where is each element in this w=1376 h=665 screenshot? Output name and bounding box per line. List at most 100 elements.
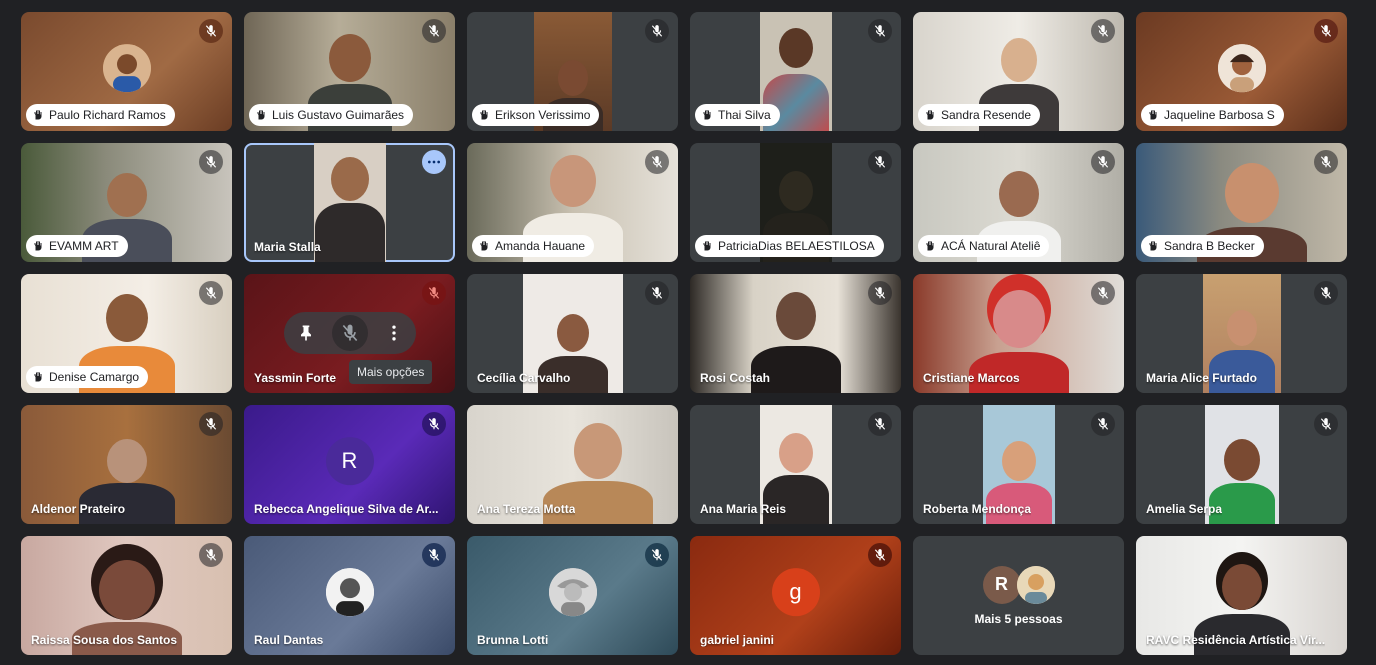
avatar — [548, 567, 597, 616]
more-options-button[interactable] — [376, 315, 412, 351]
mic-off-icon — [1091, 412, 1115, 436]
participant-tile[interactable]: Jaqueline Barbosa S — [1136, 12, 1347, 131]
more-options-icon[interactable] — [422, 150, 446, 174]
mute-participant-button[interactable] — [332, 315, 368, 351]
participant-tile[interactable]: Amelia Serpa — [1136, 405, 1347, 524]
participant-name: ACÁ Natural Ateliê — [918, 235, 1050, 257]
mic-off-icon — [868, 281, 892, 305]
mic-off-icon — [868, 412, 892, 436]
mic-off-icon — [645, 150, 669, 174]
participant-tile[interactable]: Sandra Resende — [913, 12, 1124, 131]
participant-name: Sandra B Becker — [1141, 235, 1264, 257]
hand-raised-icon — [480, 241, 488, 251]
participant-name: Ana Tereza Motta — [477, 502, 576, 516]
tile-hover-controls — [284, 312, 416, 354]
participant-tile[interactable]: Paulo Richard Ramos — [21, 12, 232, 131]
mic-off-icon — [422, 543, 446, 567]
mic-off-icon — [868, 543, 892, 567]
participant-name: Rosi Costah — [700, 371, 771, 385]
participant-tile-hovered[interactable]: Mais opções Yassmin Forte — [244, 274, 455, 393]
mic-off-icon — [1314, 19, 1338, 43]
participant-name: Jaqueline Barbosa S — [1141, 104, 1284, 126]
participant-tile[interactable]: Cristiane Marcos — [913, 274, 1124, 393]
avatar — [102, 43, 151, 92]
mic-off-icon — [199, 150, 223, 174]
mic-off-icon — [199, 543, 223, 567]
mic-off-icon — [868, 150, 892, 174]
participant-name: Rebecca Angelique Silva de Ar... — [254, 502, 439, 516]
participant-name: Luis Gustavo Guimarães — [249, 104, 414, 126]
participant-name: Denise Camargo — [26, 366, 149, 388]
video-feed — [313, 143, 386, 262]
participant-tile[interactable]: Brunna Lotti — [467, 536, 678, 655]
participant-name: Erikson Verissimo — [472, 104, 600, 126]
participant-name: gabriel janini — [700, 633, 775, 647]
participant-tile[interactable]: Cecília Carvalho — [467, 274, 678, 393]
more-people-tile[interactable]: R Mais 5 pessoas — [913, 536, 1124, 655]
participant-tile-selected[interactable]: Maria Stalla — [244, 143, 455, 262]
participant-tile[interactable]: EVAMM ART — [21, 143, 232, 262]
mic-off-icon — [868, 19, 892, 43]
participant-name: Brunna Lotti — [477, 633, 549, 647]
participant-tile[interactable]: RAVC Residência Artística Vir... — [1136, 536, 1347, 655]
participant-tile[interactable]: ACÁ Natural Ateliê — [913, 143, 1124, 262]
participant-name: Yassmin Forte — [254, 371, 337, 385]
participant-tile[interactable]: Rosi Costah — [690, 274, 901, 393]
mic-off-icon — [1314, 412, 1338, 436]
mic-off-icon — [645, 281, 669, 305]
participant-tile[interactable]: Aldenor Prateiro — [21, 405, 232, 524]
participant-name: Cristiane Marcos — [923, 371, 1020, 385]
participant-tile[interactable]: Roberta Mendonça — [913, 405, 1124, 524]
participant-name: PatriciaDias BELAESTILOSA — [695, 235, 884, 257]
hand-raised-icon — [1149, 241, 1157, 251]
hand-raised-icon — [257, 110, 265, 120]
tooltip: Mais opções — [349, 360, 433, 384]
participant-tile[interactable]: Amanda Hauane — [467, 143, 678, 262]
mic-off-icon — [1091, 19, 1115, 43]
participant-tile[interactable]: Ana Tereza Motta — [467, 405, 678, 524]
participant-tile[interactable]: PatriciaDias BELAESTILOSA — [690, 143, 901, 262]
participant-tile[interactable]: R Rebecca Angelique Silva de Ar... — [244, 405, 455, 524]
hand-raised-icon — [34, 110, 42, 120]
participant-name: Roberta Mendonça — [923, 502, 1032, 516]
participant-tile[interactable]: Luis Gustavo Guimarães — [244, 12, 455, 131]
mic-off-icon — [1314, 281, 1338, 305]
more-vert-icon — [392, 325, 396, 341]
pin-icon — [301, 325, 311, 341]
participant-tile[interactable]: Raissa Sousa dos Santos — [21, 536, 232, 655]
hand-raised-icon — [1149, 110, 1157, 120]
participant-name: Maria Alice Furtado — [1146, 371, 1257, 385]
hand-raised-icon — [703, 241, 711, 251]
participant-name: Amanda Hauane — [472, 235, 595, 257]
participant-tile[interactable]: Sandra B Becker — [1136, 143, 1347, 262]
mic-off-icon — [199, 19, 223, 43]
mic-off-icon — [422, 412, 446, 436]
mic-off-icon — [422, 19, 446, 43]
mic-off-icon — [645, 543, 669, 567]
participant-name: Maria Stalla — [254, 240, 321, 254]
hand-raised-icon — [926, 110, 934, 120]
participant-grid: Paulo Richard Ramos Luis Gustavo Guimarã… — [21, 12, 1347, 655]
more-people-label: Mais 5 pessoas — [974, 611, 1063, 626]
avatar — [1016, 565, 1055, 604]
participant-name: EVAMM ART — [26, 235, 128, 257]
participant-name: Paulo Richard Ramos — [26, 104, 175, 126]
mic-off-icon — [645, 19, 669, 43]
mic-off-icon — [342, 324, 358, 342]
mic-off-icon — [1091, 150, 1115, 174]
participant-name: RAVC Residência Artística Vir... — [1146, 633, 1326, 647]
participant-tile[interactable]: Erikson Verissimo — [467, 12, 678, 131]
participant-tile[interactable]: Denise Camargo — [21, 274, 232, 393]
hand-raised-icon — [34, 241, 42, 251]
pin-button[interactable] — [288, 315, 324, 351]
participant-name: Thai Silva — [695, 104, 780, 126]
participant-tile[interactable]: Raul Dantas — [244, 536, 455, 655]
participant-tile[interactable]: Thai Silva — [690, 12, 901, 131]
avatar: g — [771, 567, 820, 616]
participant-tile[interactable]: g gabriel janini — [690, 536, 901, 655]
hand-raised-icon — [34, 372, 42, 382]
participant-tile[interactable]: Maria Alice Furtado — [1136, 274, 1347, 393]
participant-tile[interactable]: Ana Maria Reis — [690, 405, 901, 524]
participant-name: Sandra Resende — [918, 104, 1041, 126]
participant-name: Raissa Sousa dos Santos — [31, 633, 178, 647]
